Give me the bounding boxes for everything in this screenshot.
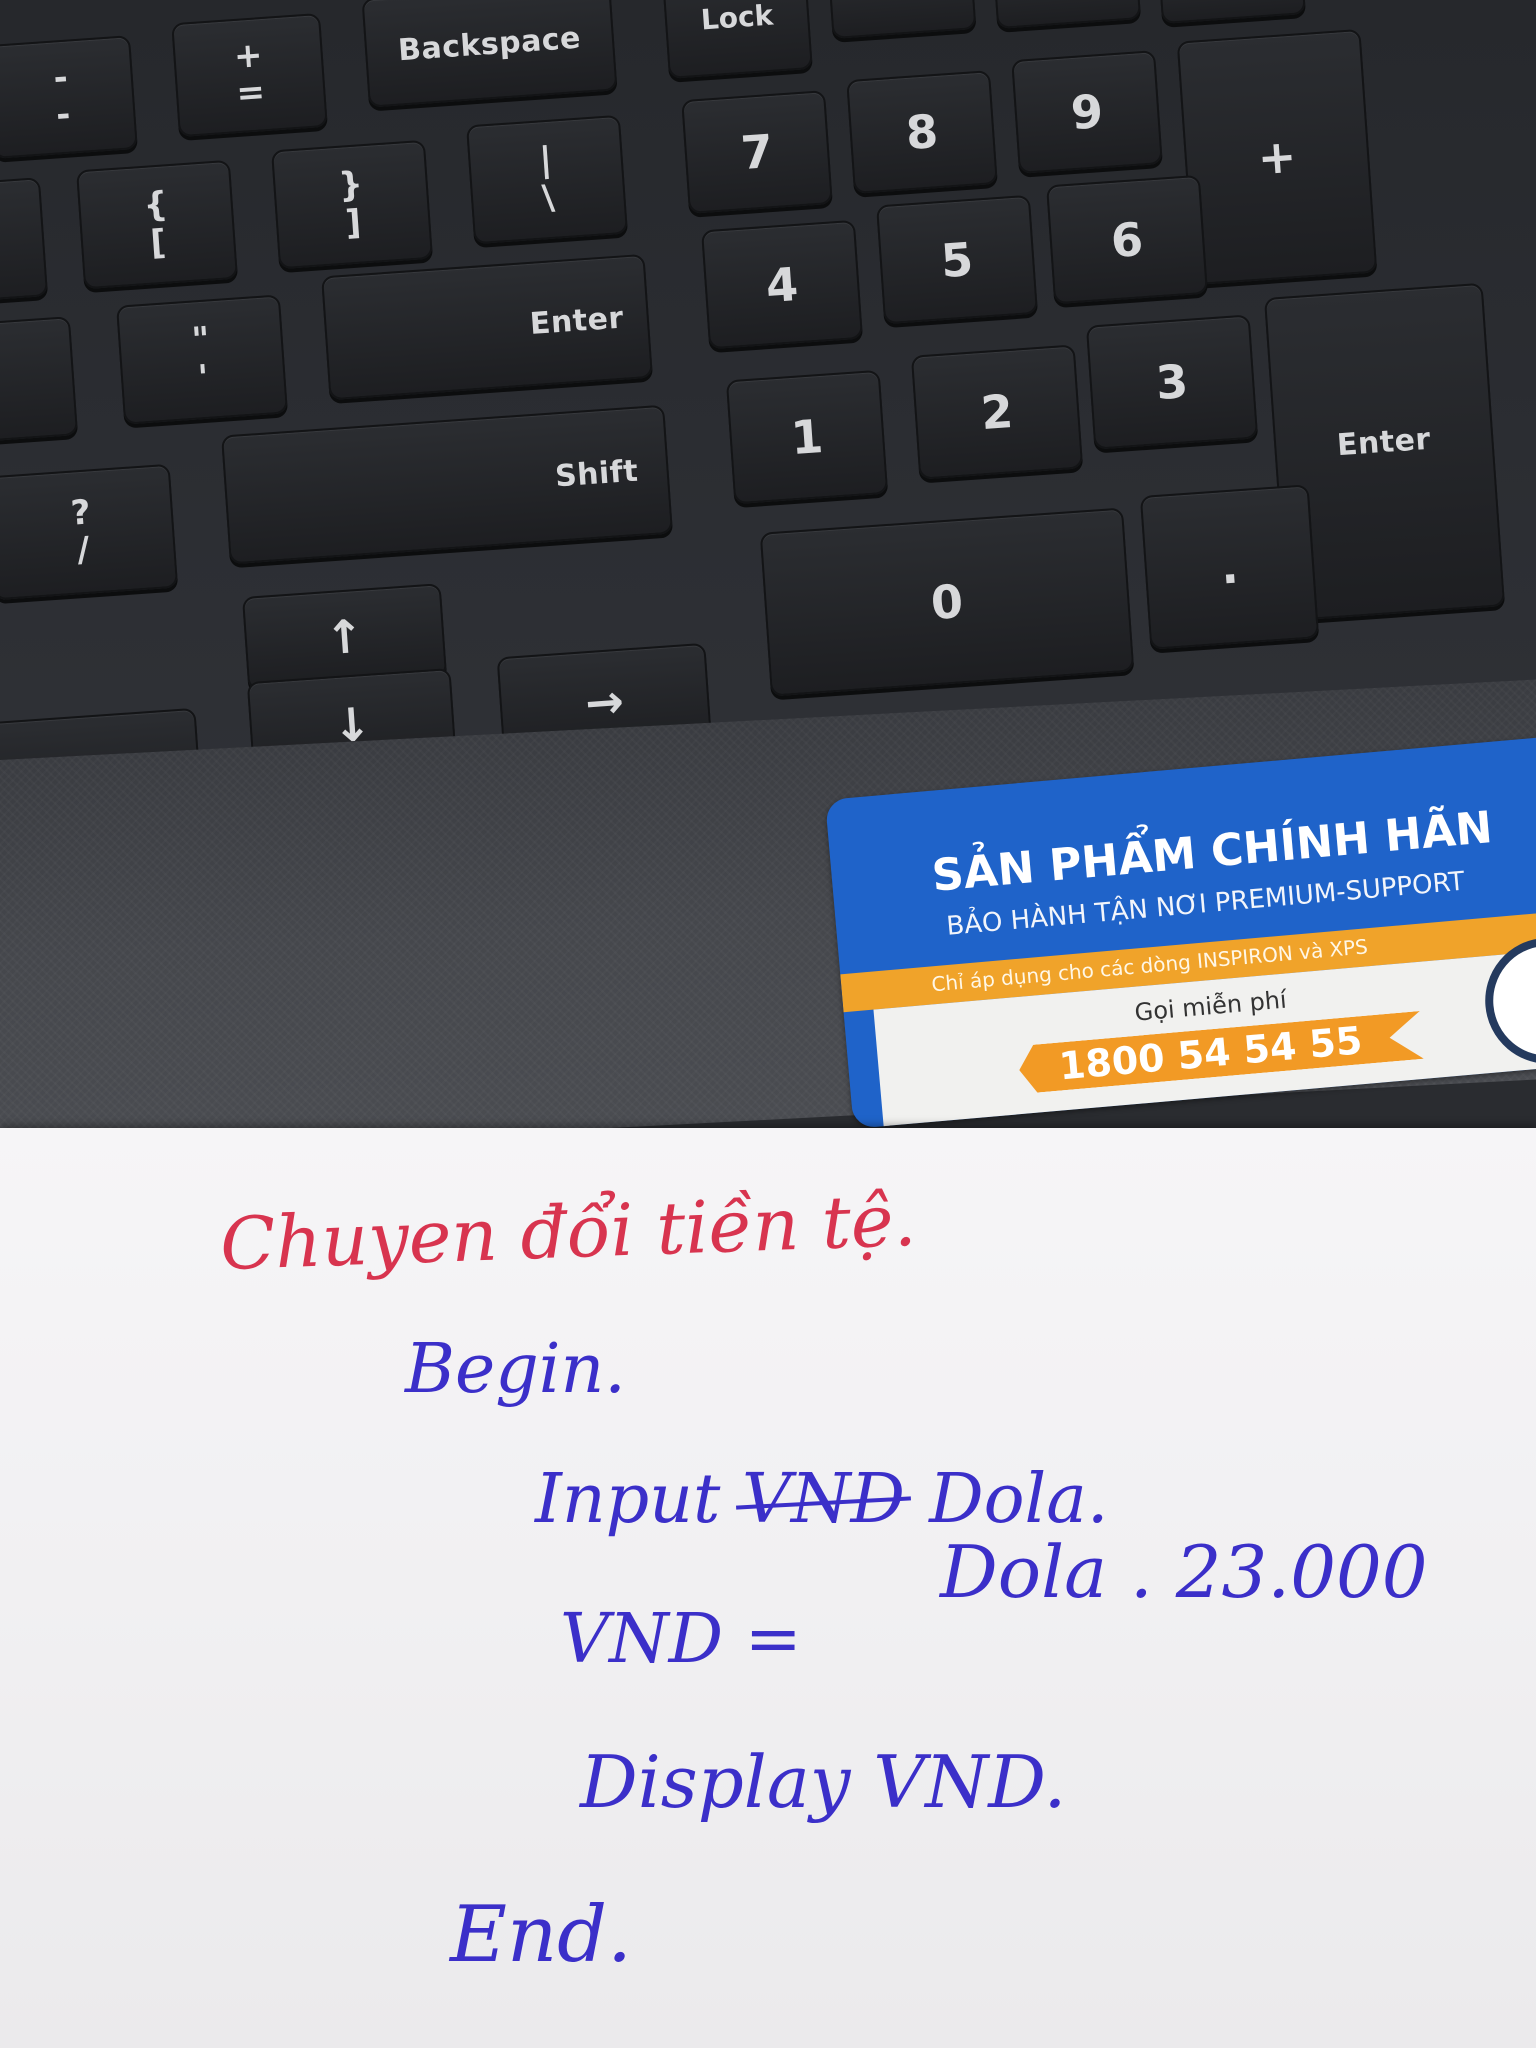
key-enter-main-label: Enter [528,299,625,342]
key-blank-top-2[interactable] [992,0,1142,29]
key-plus-top: + [232,34,264,77]
note-input-rest: Dola. [929,1460,1109,1539]
warranty-sticker: SẢN PHẨM CHÍNH HÃN BẢO HÀNH TẬN NƠI PREM… [825,733,1536,1129]
arrow-right-icon: → [583,673,626,731]
key-num-4[interactable]: 4 [701,219,863,350]
key-num-3-label: 3 [1154,353,1190,411]
key-blank-top-1[interactable] [827,0,977,39]
key-num-8-label: 8 [904,103,940,161]
key-num-dot-label: . [1218,539,1241,595]
key-minus-bottom: - [54,94,72,136]
key-equals-bottom: = [235,72,267,114]
key-question-top: ? [69,492,92,534]
key-slash-bottom: / [75,529,91,571]
note-input-struck: VND [741,1460,906,1539]
key-plus-equals[interactable]: + = [171,12,328,138]
key-bracket-close[interactable]: }] [271,139,433,270]
key-num-7-label: 7 [739,123,775,181]
key-num-3[interactable]: 3 [1085,314,1259,450]
key-bracket-open[interactable]: {[ [76,159,238,290]
arrow-up-icon: ↑ [323,608,366,666]
note-assign-right: Dola . 23.000 [940,1530,1428,1614]
key-singlequote-bottom: ' [196,357,210,398]
key-backslash-bottom: \ [540,177,556,218]
key-blank-left-2[interactable] [0,316,79,443]
key-brace-close-top: } [337,164,365,206]
key-blank-top-3[interactable] [1158,0,1306,24]
key-question-slash[interactable]: ? / [0,463,179,601]
key-shift-label: Shift [553,453,640,495]
key-num-2-label: 2 [979,383,1015,441]
key-num-enter-label: Enter [1335,421,1432,463]
note-input-prefix: Input [535,1460,721,1539]
key-num-5-label: 5 [939,231,975,288]
key-doublequote-top: " [190,319,211,361]
key-num-plus[interactable]: + [1176,28,1378,286]
key-minus-top: - [52,57,70,99]
note-display: Display VND. [580,1740,1067,1824]
key-minus[interactable]: -- [0,35,138,159]
key-num-6-label: 6 [1109,211,1145,268]
key-num-1[interactable]: 1 [725,369,889,505]
key-blank-left-1[interactable] [0,177,49,302]
key-num-2[interactable]: 2 [910,344,1084,480]
key-num-6[interactable]: 6 [1046,174,1208,305]
key-num-dot[interactable]: . [1139,484,1320,650]
note-assign-left: VND = [560,1600,802,1679]
key-pipe-top: | [538,139,554,181]
key-num-lock[interactable]: Lock [661,0,813,79]
key-enter-main[interactable]: Enter [321,253,653,401]
key-num-1-label: 1 [789,408,825,466]
key-backspace[interactable]: Backspace [361,0,618,108]
key-lock-label: Lock [699,0,775,36]
key-num-9[interactable]: 9 [1011,50,1163,174]
key-num-0[interactable]: 0 [759,507,1135,697]
key-bracket-close-bottom: ] [344,201,363,243]
note-begin: Begin. [405,1330,626,1409]
key-backslash[interactable]: | \ [466,114,628,245]
key-num-9-label: 9 [1069,83,1105,141]
key-bracket-open-bottom: [ [149,221,168,263]
key-num-plus-label: + [1255,128,1299,186]
key-quote[interactable]: " ' [116,294,288,425]
key-num-0-label: 0 [929,573,965,631]
key-brace-open-top: { [142,184,170,226]
key-num-7[interactable]: 7 [681,90,833,214]
key-backspace-label: Backspace [396,20,583,69]
key-num-4-label: 4 [764,256,800,313]
note-input-line: Input VND Dola. [535,1460,1108,1539]
key-shift-right[interactable]: Shift [221,404,673,565]
key-num-8[interactable]: 8 [846,70,998,194]
key-num-5[interactable]: 5 [876,194,1038,325]
note-end: End. [450,1890,632,1980]
